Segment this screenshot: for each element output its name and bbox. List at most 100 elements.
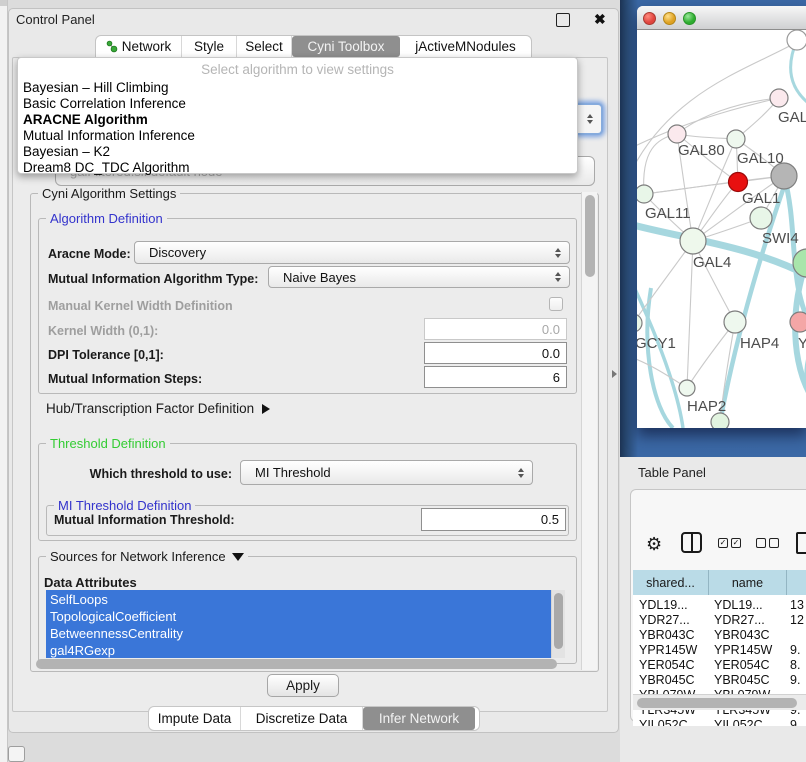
tab-discretize-data[interactable]: Discretize Data [241,707,363,730]
node-hap2[interactable] [679,380,695,396]
node-gal1[interactable] [750,207,772,229]
dpi-tolerance-label: DPI Tolerance [0,1]: [48,348,164,362]
tab-cyni-toolbox[interactable]: Cyni Toolbox [292,36,400,57]
node-gal4[interactable] [680,228,706,254]
tab-impute-data[interactable]: Impute Data [149,707,241,730]
node-gal10[interactable] [727,130,745,148]
aracne-mode-combobox[interactable]: Discovery [134,241,570,264]
mi-threshold-field[interactable]: 0.5 [421,508,566,531]
sources-group-toggle[interactable]: Sources for Network Inference [46,549,248,564]
float-window-icon[interactable] [556,13,570,27]
table-panel: Table Panel ⚙ ✓✓ shared... name YDL19...… [620,457,806,762]
dpi-tolerance-field[interactable]: 0.0 [424,342,567,364]
close-button[interactable] [643,12,656,25]
page-icon[interactable] [796,532,806,554]
control-panel-tabs: Network Style Select Cyni Toolbox jActiv… [95,35,532,58]
tab-infer-network[interactable]: Infer Network [363,707,475,730]
table-row[interactable]: YBR043CYBR043C [633,628,790,643]
mi-type-label: Mutual Information Algorithm Type: [48,272,258,286]
attribute-list-scrollbar[interactable] [551,590,565,658]
algorithm-combobox-focused-edge[interactable] [578,103,603,135]
settings-vertical-scrollbar[interactable] [581,192,597,670]
network-desktop: GAL GAL80 GAL10 GAL1 GAL11 SWI4 GAL4 GCY… [620,0,806,457]
list-item[interactable]: BetweennessCentrality [50,626,183,641]
list-item[interactable]: SelfLoops [50,592,108,607]
minimize-button[interactable] [663,12,676,25]
algorithm-option[interactable]: Basic Correlation Inference [23,96,186,111]
dropdown-placeholder: Select algorithm to view settings [18,62,577,77]
algorithm-option[interactable]: Mutual Information Inference [23,128,195,143]
mi-steps-label: Mutual Information Steps: [48,372,202,386]
network-canvas[interactable]: GAL GAL80 GAL10 GAL1 GAL11 SWI4 GAL4 GCY… [637,30,806,428]
close-icon[interactable]: ✖ [594,11,606,28]
algorithm-option[interactable]: Bayesian – K2 [23,144,110,159]
node-gal-pink[interactable] [770,89,788,107]
node-red-selected[interactable] [729,173,748,192]
screen: Control Panel ✖ Network Style Select Cyn… [0,0,806,762]
cyni-settings-title: Cyni Algorithm Settings [38,186,180,201]
gear-icon[interactable]: ⚙ [646,535,662,553]
deselect-all-columns-icon[interactable] [756,538,779,548]
node-label: GAL11 [645,205,691,222]
table-row[interactable]: YER054CYER054C8. [633,658,800,673]
algorithm-definition-title: Algorithm Definition [46,211,167,226]
node-salmon[interactable] [790,312,806,332]
algorithm-option-selected[interactable]: ARACNE Algorithm [23,112,148,127]
data-attributes-label: Data Attributes [44,575,137,590]
left-edge-notch [0,0,7,6]
table-panel-title: Table Panel [638,465,706,480]
table-horizontal-scrollbar[interactable] [633,694,806,710]
node-bottom[interactable] [711,413,729,428]
table-row[interactable]: YPR145WYPR145W9. [633,643,800,658]
node-label: GCY1 [637,335,676,352]
node-label: GAL80 [678,142,725,159]
manual-kernel-checkbox[interactable] [549,297,563,311]
node-gal11[interactable] [637,185,653,203]
table-row[interactable]: YDL19...YDL19...13 [633,598,804,613]
node-hap4[interactable] [724,311,746,333]
table-row[interactable]: YIL052CYIL052C9. [633,718,800,726]
algorithm-dropdown-popup: Select algorithm to view settings Bayesi… [17,57,578,174]
column-header[interactable]: shared... [633,570,709,595]
table-panel-box: ⚙ ✓✓ shared... name YDL19...YDL19...13 Y… [630,489,806,722]
kernel-width-label: Kernel Width (0,1): [48,324,158,338]
node-label: GAL1 [742,190,780,207]
node-label: HAP2 [687,398,726,415]
apply-button[interactable]: Apply [267,674,339,697]
tab-jactivemnodules[interactable]: jActiveMNodules [400,36,531,57]
list-item[interactable]: gal4RGexp [50,643,115,658]
node-partial-top[interactable] [787,30,806,50]
zoom-button[interactable] [683,12,696,25]
tab-select[interactable]: Select [237,36,292,57]
kernel-width-field[interactable]: 0.0 [424,318,567,340]
select-all-columns-icon[interactable]: ✓✓ [718,538,741,548]
table-row[interactable]: YBR045CYBR045C9. [633,673,800,688]
node-label: Y [798,335,806,352]
mi-steps-field[interactable]: 6 [424,366,567,388]
corner-panel-icon[interactable] [8,746,25,762]
settings-horizontal-scrollbar[interactable] [36,659,557,669]
node-gal80[interactable] [668,125,686,143]
network-window-titlebar[interactable] [637,6,806,30]
split-columns-icon[interactable] [681,532,702,553]
algorithm-option[interactable]: Bayesian – Hill Climbing [23,80,169,95]
algorithm-option[interactable]: Dream8 DC_TDC Algorithm [23,160,190,175]
table-row[interactable]: YDR27...YDR27...12 [633,613,804,628]
stepper-icon [555,272,561,282]
node-gcy1[interactable] [637,314,642,332]
hub-definition-toggle[interactable]: Hub/Transcription Factor Definition [46,401,270,416]
splitter-handle-icon[interactable] [612,370,617,378]
mi-threshold-group-title: MI Threshold Definition [54,498,195,513]
stepper-icon [587,114,593,124]
threshold-definition-title: Threshold Definition [46,436,170,451]
which-threshold-combobox[interactable]: MI Threshold [240,460,533,485]
network-view-window[interactable]: GAL GAL80 GAL10 GAL1 GAL11 SWI4 GAL4 GCY… [637,6,806,428]
mi-type-combobox[interactable]: Naive Bayes [268,266,570,288]
tab-network[interactable]: Network [96,36,182,57]
column-header[interactable]: name [709,570,787,595]
data-attributes-list: SelfLoops TopologicalCoefficient Between… [46,590,551,658]
list-item[interactable]: TopologicalCoefficient [50,609,176,624]
tab-style[interactable]: Style [182,36,237,57]
column-header[interactable] [787,570,806,595]
which-threshold-label: Which threshold to use: [80,467,232,481]
